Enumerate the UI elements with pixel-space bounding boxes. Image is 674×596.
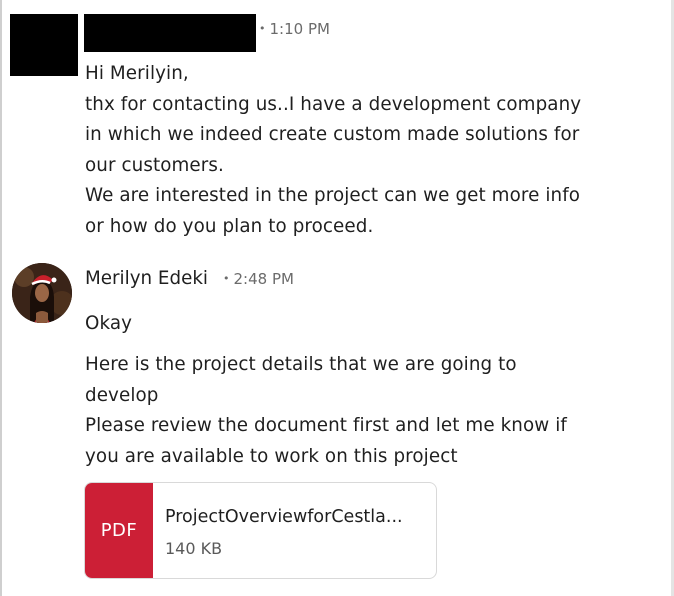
pdf-attachment-card[interactable]: PDF ProjectOverviewforCestla... 140 KB: [84, 482, 437, 579]
time-label: 1:10 PM: [269, 20, 330, 38]
message-line: Please review the document first and let…: [85, 415, 567, 436]
message-body: Okay: [85, 309, 132, 340]
message-line: or how do you plan to proceed.: [85, 215, 374, 237]
message-body: Here is the project details that we are …: [85, 350, 567, 472]
redacted-avatar: [10, 14, 78, 76]
avatar-photo-icon: [12, 263, 72, 323]
separator-dot: •: [259, 22, 266, 35]
message-timestamp: • 1:10 PM: [259, 20, 330, 38]
left-border: [0, 0, 2, 596]
message-line: thx for contacting us..I have a developm…: [85, 93, 582, 115]
message-body: Hi Merilyin, thx for contacting us..I ha…: [85, 59, 581, 242]
message-line: Here is the project details that we are …: [85, 354, 517, 375]
redacted-sender-name: [84, 14, 256, 52]
message-line: you are available to work on this projec…: [85, 445, 458, 467]
pdf-file-icon: PDF: [85, 483, 153, 578]
file-type-label: PDF: [100, 520, 138, 541]
message-timestamp: • 2:48 PM: [223, 270, 294, 288]
message-line: Okay: [85, 313, 133, 334]
message-line: in which we indeed create custom made so…: [85, 124, 580, 145]
sender-name[interactable]: Merilyn Edeki: [85, 268, 208, 289]
message-line: our customers.: [85, 154, 224, 176]
message-line: Hi Merilyin,: [85, 63, 189, 84]
file-size: 140 KB: [165, 539, 223, 558]
file-name: ProjectOverviewforCestla...: [165, 507, 403, 527]
message-line: We are interested in the project can we …: [85, 185, 581, 206]
time-label: 2:48 PM: [233, 270, 294, 288]
avatar[interactable]: [12, 263, 72, 323]
message-line: develop: [85, 384, 159, 406]
separator-dot: •: [223, 272, 230, 285]
